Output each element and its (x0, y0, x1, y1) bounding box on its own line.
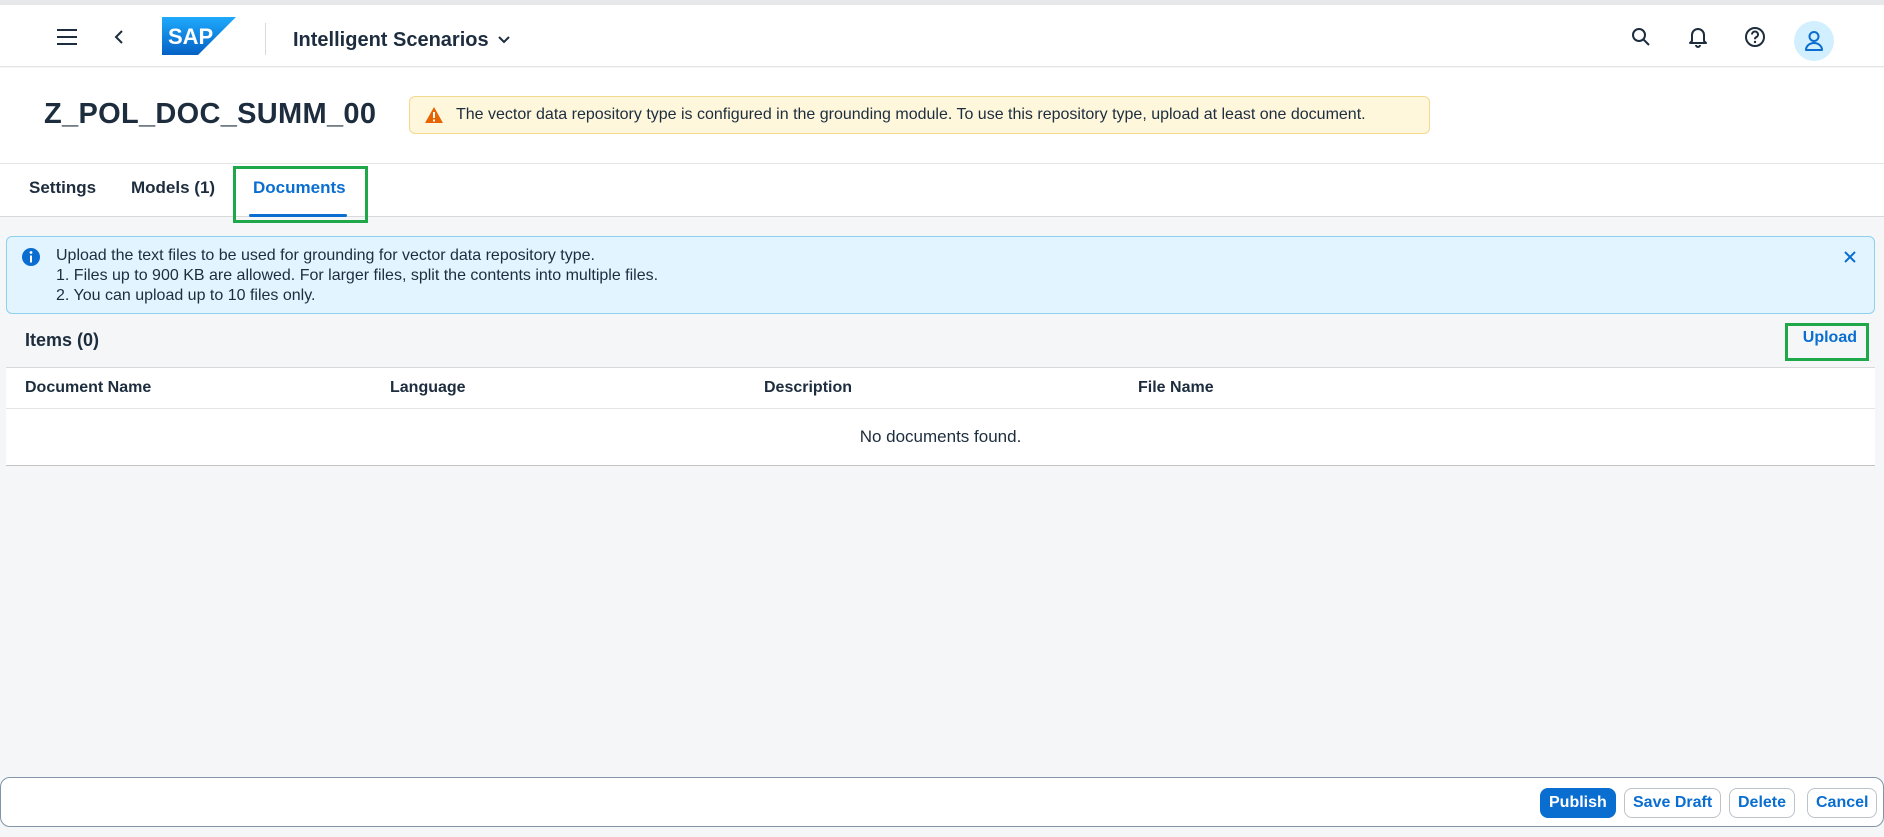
tab-bar: Settings Models (1) Documents (0, 163, 1884, 217)
info-line: 1. Files up to 900 KB are allowed. For l… (56, 267, 659, 284)
no-data-text: No documents found. (859, 427, 1022, 446)
chevron-down-icon (497, 36, 510, 44)
column-header-file-name[interactable]: File Name (1138, 379, 1214, 397)
info-line: Upload the text files to be used for gro… (56, 247, 595, 264)
delete-button[interactable]: Delete (1729, 788, 1796, 818)
column-header-description[interactable]: Description (764, 379, 852, 397)
table-header: Document Name Language Description File … (6, 368, 1875, 409)
close-icon[interactable] (1838, 245, 1862, 269)
app-title: Intelligent Scenarios (293, 28, 489, 51)
info-line: 2. You can upload up to 10 files only. (56, 287, 316, 304)
tab-documents[interactable]: Documents (253, 178, 346, 198)
help-icon[interactable] (1735, 17, 1775, 57)
svg-text:SAP: SAP (168, 24, 213, 49)
menu-icon[interactable] (47, 17, 87, 57)
column-header-language[interactable]: Language (390, 379, 466, 397)
warning-icon (425, 107, 443, 123)
shell-divider (265, 23, 266, 55)
tab-models[interactable]: Models (1) (131, 178, 215, 198)
save-draft-button[interactable]: Save Draft (1624, 788, 1722, 818)
documents-table: Document Name Language Description File … (6, 367, 1875, 466)
notifications-bell-icon[interactable] (1678, 17, 1718, 57)
tab-settings[interactable]: Settings (29, 178, 96, 198)
column-header-document-name[interactable]: Document Name (25, 379, 151, 397)
warning-text: The vector data repository type is confi… (456, 106, 1366, 123)
search-icon[interactable] (1621, 17, 1661, 57)
sap-logo: SAP (162, 17, 236, 55)
back-icon[interactable] (99, 17, 139, 57)
info-icon (21, 247, 41, 272)
upload-button[interactable]: Upload (1793, 324, 1867, 352)
user-avatar[interactable] (1794, 21, 1834, 61)
warning-message-strip: The vector data repository type is confi… (409, 96, 1430, 134)
active-tab-indicator (249, 214, 347, 217)
shell-bar: SAP Intelligent Scenarios (0, 0, 1884, 67)
object-header: Z_POL_DOC_SUMM_00 The vector data reposi… (0, 68, 1884, 163)
page-title: Z_POL_DOC_SUMM_00 (44, 98, 377, 130)
items-count-title: Items (0) (25, 330, 100, 350)
info-text: Upload the text files to be used for gro… (56, 246, 658, 306)
user-icon (1805, 31, 1823, 51)
info-message-strip: Upload the text files to be used for gro… (6, 236, 1875, 314)
footer-toolbar: Publish Save Draft Delete Cancel (0, 777, 1884, 827)
table-toolbar: Items (0) Upload (6, 318, 1875, 368)
publish-button[interactable]: Publish (1540, 788, 1616, 818)
app-title-menu[interactable]: Intelligent Scenarios (293, 27, 511, 53)
cancel-button[interactable]: Cancel (1807, 788, 1878, 818)
